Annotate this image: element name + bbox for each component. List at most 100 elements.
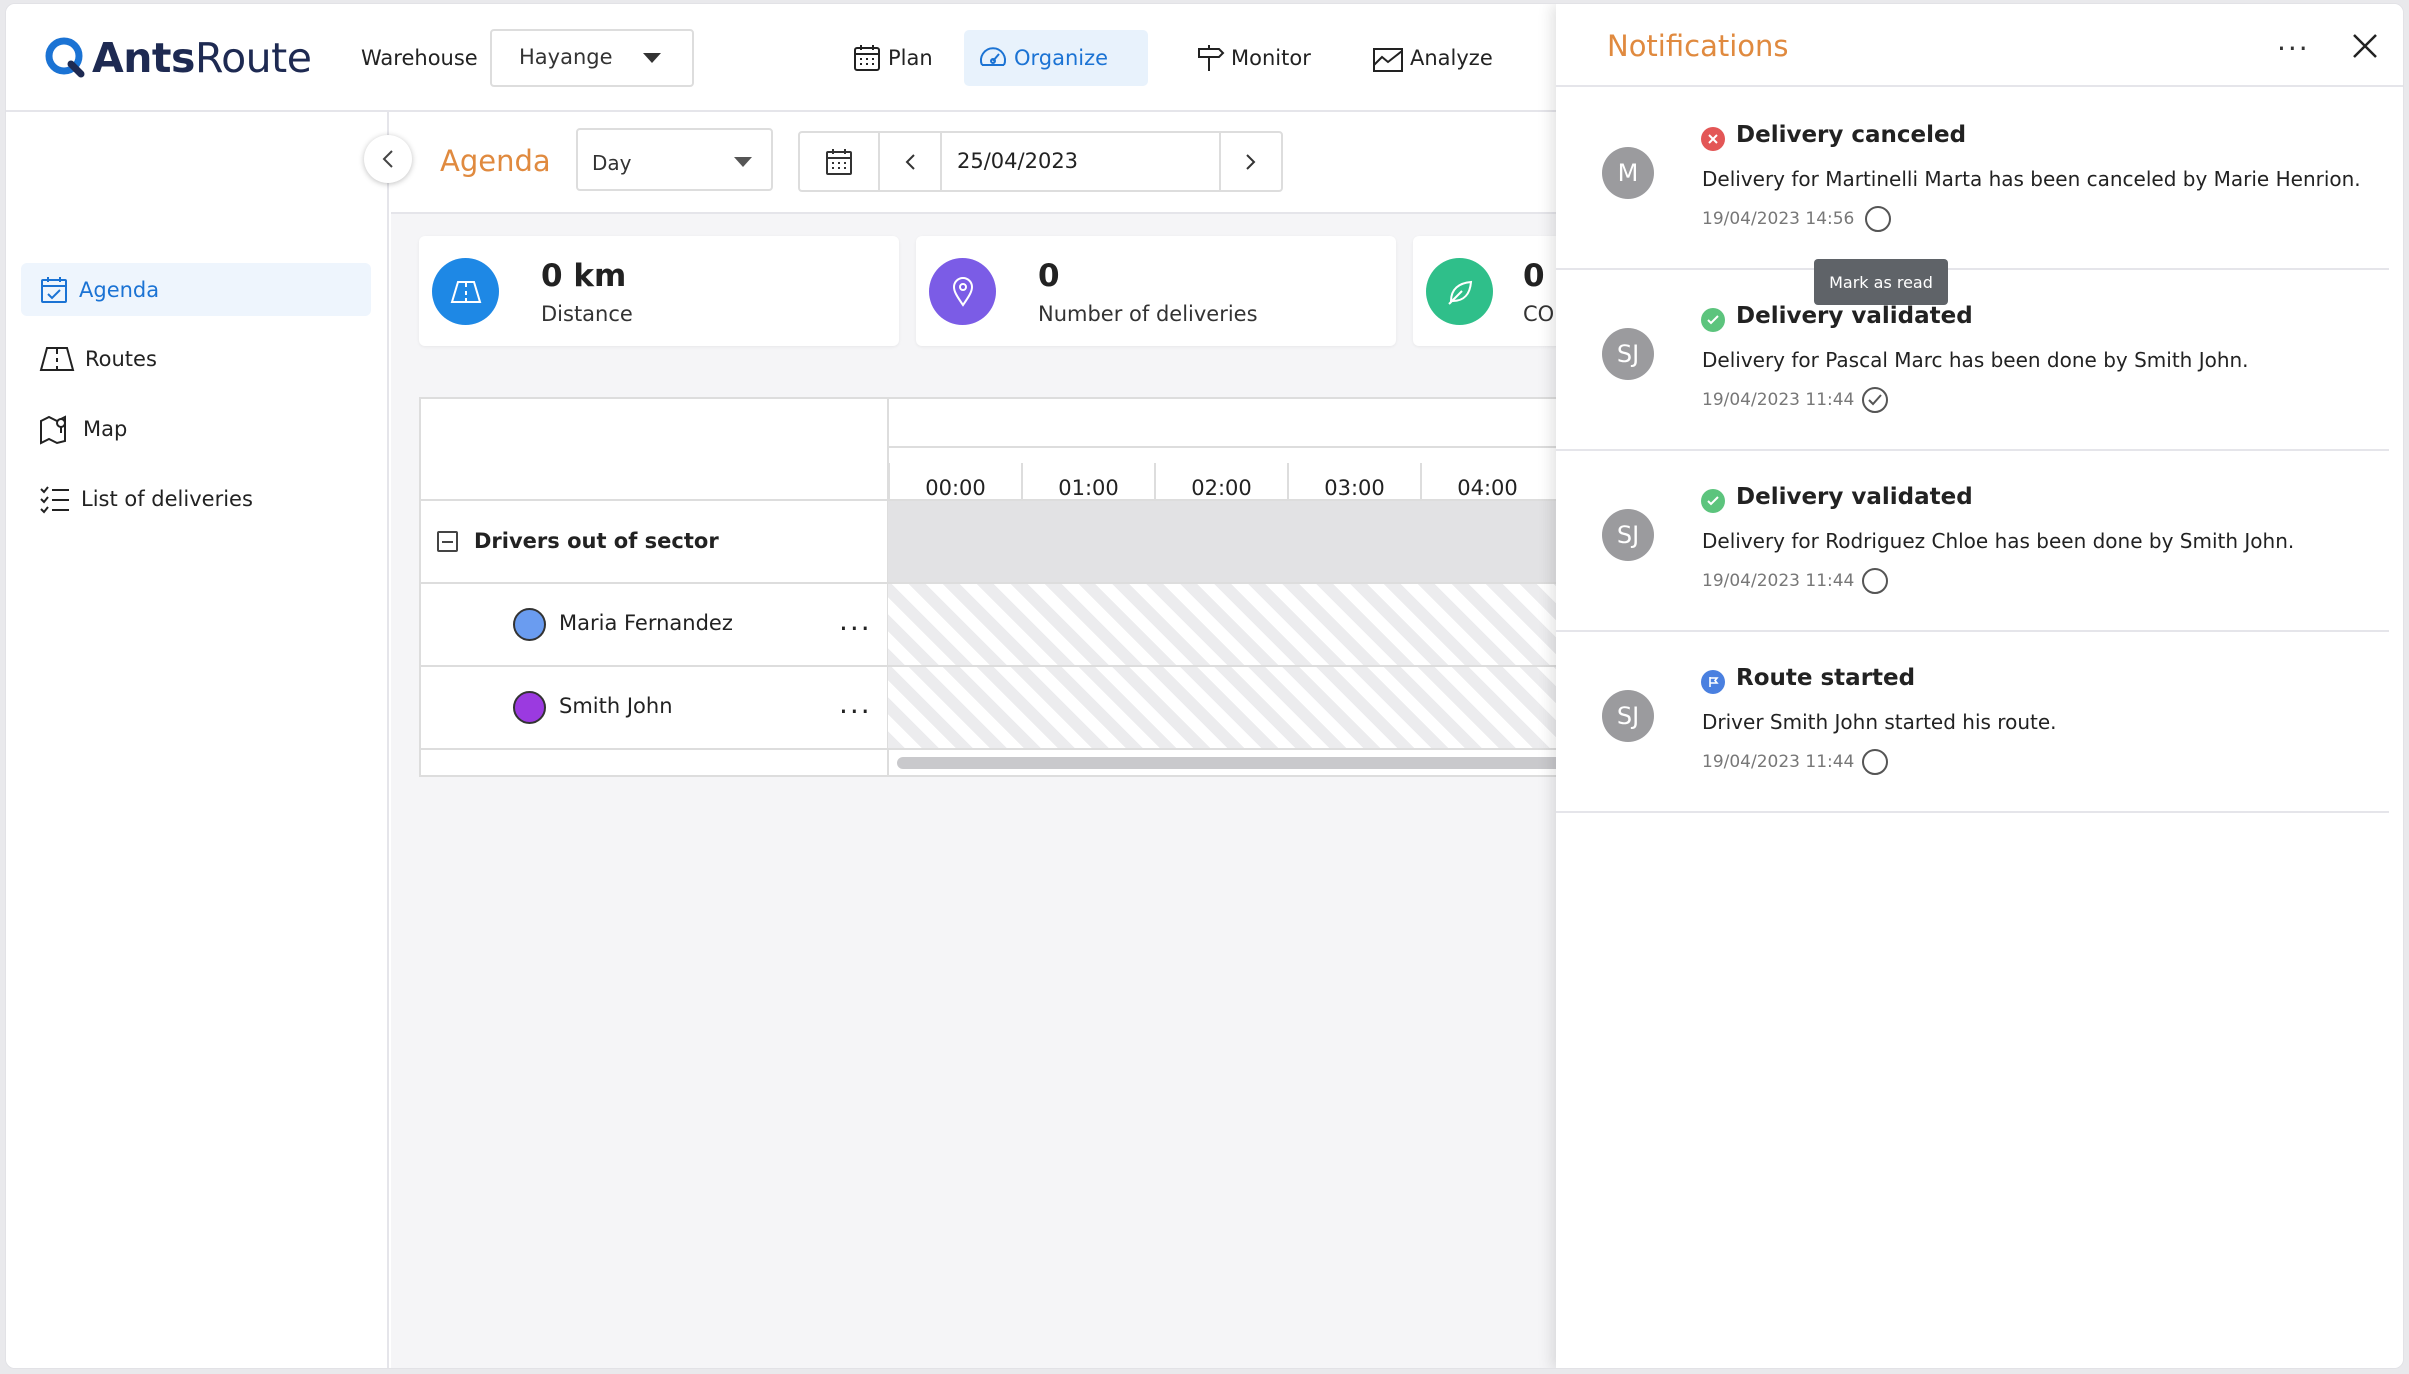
calendar-picker-button[interactable] xyxy=(800,133,878,190)
warehouse-select[interactable]: Hayange xyxy=(490,29,694,87)
notification-time: 19/04/2023 11:44 xyxy=(1702,752,1855,772)
next-day-button[interactable] xyxy=(1221,133,1281,190)
avatar: SJ xyxy=(1602,328,1654,380)
notification-title: Delivery validated xyxy=(1736,303,1973,329)
driver-name: Smith John xyxy=(559,694,673,718)
driver-row: Maria Fernandez ... xyxy=(421,584,879,666)
view-mode-value: Day xyxy=(592,151,632,175)
validated-status-icon xyxy=(1701,308,1725,332)
nav-monitor[interactable]: Monitor xyxy=(1181,30,1325,86)
nav-plan-label: Plan xyxy=(888,46,933,70)
nav-organize-label: Organize xyxy=(1014,46,1109,70)
stat-value: 0 km xyxy=(541,258,627,294)
driver-group-label: Drivers out of sector xyxy=(474,529,719,553)
notification-item[interactable]: SJ Route started Driver Smith John start… xyxy=(1556,632,2389,813)
mark-as-read-button[interactable] xyxy=(1861,386,1889,414)
notification-time: 19/04/2023 14:56 xyxy=(1702,209,1855,229)
mark-as-read-button[interactable] xyxy=(1864,205,1892,233)
driver-row: Smith John ... xyxy=(421,667,879,749)
notification-item[interactable]: M Delivery canceled Delivery for Martine… xyxy=(1556,89,2389,270)
close-icon[interactable] xyxy=(2351,32,2379,60)
sidebar-item-map[interactable]: Map xyxy=(21,402,371,455)
road-icon xyxy=(432,258,499,325)
chevron-down-icon xyxy=(643,53,661,63)
notification-title: Route started xyxy=(1736,665,1916,691)
stat-label: CO xyxy=(1523,302,1555,326)
notification-time: 19/04/2023 11:44 xyxy=(1702,571,1855,591)
nav-plan[interactable]: Plan xyxy=(838,30,947,86)
notifications-title: Notifications xyxy=(1607,29,1789,63)
mark-as-read-tooltip: Mark as read xyxy=(1814,259,1948,305)
sidebar-item-label: Routes xyxy=(85,346,157,371)
chevron-left-icon xyxy=(382,150,393,168)
avatar: SJ xyxy=(1602,690,1654,742)
stat-label: Number of deliveries xyxy=(1038,302,1258,326)
notification-message: Delivery for Pascal Marc has been done b… xyxy=(1702,348,2249,372)
location-pin-icon xyxy=(929,258,996,325)
sidebar-item-agenda[interactable]: Agenda xyxy=(21,263,371,316)
chevron-left-icon xyxy=(905,153,915,170)
canceled-status-icon xyxy=(1701,127,1725,151)
date-navigator: 25/04/2023 xyxy=(798,131,1283,192)
logo-text-rest: Route xyxy=(194,34,312,82)
sidebar-item-label: Agenda xyxy=(79,277,160,302)
nav-organize[interactable]: Organize xyxy=(964,30,1148,86)
driver-name: Maria Fernandez xyxy=(559,611,733,635)
sidebar-item-label: Map xyxy=(83,416,128,441)
notification-message: Delivery for Martinelli Marta has been c… xyxy=(1702,167,2361,191)
date-value[interactable]: 25/04/2023 xyxy=(957,149,1078,173)
notifications-header: Notifications ... xyxy=(1556,4,2403,87)
stat-value: 0 xyxy=(1523,258,1545,294)
driver-color-dot xyxy=(513,691,546,724)
driver-color-dot xyxy=(513,608,546,641)
map-fold-icon xyxy=(39,346,75,371)
antsroute-logo[interactable]: Ants Route xyxy=(44,30,312,86)
avatar: SJ xyxy=(1602,509,1654,561)
calendar-check-icon xyxy=(41,276,67,303)
logo-mark-icon xyxy=(45,37,85,78)
chevron-right-icon xyxy=(1246,153,1256,170)
mark-as-read-button[interactable] xyxy=(1861,748,1889,776)
driver-options-button[interactable]: ... xyxy=(839,604,872,637)
view-mode-select[interactable]: Day xyxy=(576,128,773,191)
chart-area-icon xyxy=(1373,48,1403,72)
calendar-icon xyxy=(826,148,852,175)
notification-message: Delivery for Rodriguez Chloe has been do… xyxy=(1702,529,2295,553)
app-window: Ants Route Warehouse Hayange Plan Organiz… xyxy=(5,3,2404,1369)
notifications-panel: Notifications ... M Delivery canceled De… xyxy=(1556,4,2403,1368)
warehouse-label: Warehouse xyxy=(361,46,478,70)
sidebar: Agenda Routes Map List of deliveries xyxy=(6,112,389,1368)
stat-value: 0 xyxy=(1038,258,1060,294)
previous-day-button[interactable] xyxy=(880,133,940,190)
collapse-group-icon[interactable] xyxy=(437,530,458,552)
mark-as-read-button[interactable] xyxy=(1861,567,1889,595)
collapse-sidebar-button[interactable] xyxy=(364,135,412,183)
notification-message: Driver Smith John started his route. xyxy=(1702,710,2057,734)
checklist-icon xyxy=(40,485,69,513)
driver-group-header[interactable]: Drivers out of sector xyxy=(421,499,879,583)
chevron-down-icon xyxy=(734,157,752,167)
speedometer-icon xyxy=(980,47,1006,66)
signpost-icon xyxy=(1198,45,1225,71)
nav-analyze-label: Analyze xyxy=(1410,46,1493,70)
driver-options-button[interactable]: ... xyxy=(839,687,872,720)
leaf-icon xyxy=(1426,258,1493,325)
avatar: M xyxy=(1602,147,1654,199)
stat-card-distance: 0 km Distance xyxy=(419,236,899,346)
sidebar-item-list-of-deliveries[interactable]: List of deliveries xyxy=(21,472,371,525)
notification-title: Delivery validated xyxy=(1736,484,1973,510)
notification-item[interactable]: SJ Delivery validated Delivery for Pasca… xyxy=(1556,270,2389,451)
nav-analyze[interactable]: Analyze xyxy=(1358,30,1507,86)
flag-status-icon xyxy=(1701,670,1725,694)
logo-text-bold: Ants xyxy=(92,34,195,82)
page-title: Agenda xyxy=(440,144,551,178)
warehouse-value: Hayange xyxy=(519,45,613,69)
notification-time: 19/04/2023 11:44 xyxy=(1702,390,1855,410)
notification-item[interactable]: SJ Delivery validated Delivery for Rodri… xyxy=(1556,451,2389,632)
stat-card-deliveries: 0 Number of deliveries xyxy=(916,236,1396,346)
notification-title: Delivery canceled xyxy=(1736,122,1967,148)
sidebar-item-routes[interactable]: Routes xyxy=(21,332,371,385)
map-pin-icon xyxy=(40,414,66,445)
sidebar-item-label: List of deliveries xyxy=(81,486,253,511)
notifications-options-button[interactable]: ... xyxy=(2277,24,2310,57)
